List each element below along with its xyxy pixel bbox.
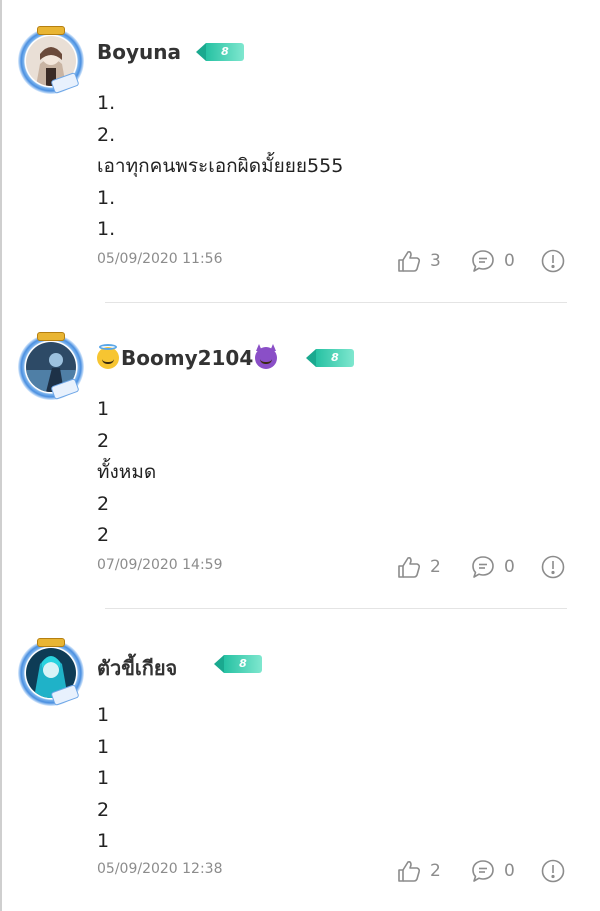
- avatar[interactable]: [18, 26, 84, 95]
- comment-line: 2: [97, 524, 110, 546]
- report-button[interactable]: [540, 554, 566, 580]
- comment-line: 1: [97, 398, 110, 420]
- comment-actions: 2 0: [396, 858, 576, 884]
- comment-line: 1: [97, 767, 110, 789]
- like-button[interactable]: 2: [396, 554, 441, 580]
- timestamp: 05/09/2020 12:38: [97, 861, 223, 877]
- level-badge: 8: [196, 43, 244, 61]
- left-border: [0, 0, 2, 911]
- chat-bubble-icon: [472, 250, 494, 272]
- comment-line: 1.: [97, 92, 116, 114]
- comment-actions: 3 0: [396, 248, 576, 274]
- comment-line: 2: [97, 429, 110, 452]
- like-button[interactable]: 2: [396, 858, 441, 884]
- exclamation-icon: [541, 555, 565, 579]
- level-number: 8: [206, 43, 244, 61]
- chat-bubble-icon: [472, 556, 494, 578]
- reply-button[interactable]: 0: [470, 858, 515, 884]
- avatar[interactable]: [18, 332, 84, 401]
- level-number: 8: [224, 655, 262, 673]
- exclamation-icon: [541, 249, 565, 273]
- avatar[interactable]: [18, 638, 84, 707]
- report-button[interactable]: [540, 248, 566, 274]
- divider: [105, 302, 567, 303]
- level-badge: 8: [306, 349, 354, 367]
- exclamation-icon: [541, 859, 565, 883]
- comment-line: เอาทุกคนพระเอกผิดมั้ยยย555: [97, 155, 344, 177]
- comment-line: 2: [97, 492, 110, 515]
- timestamp: 07/09/2020 14:59: [97, 557, 223, 573]
- reply-count: 0: [504, 861, 515, 881]
- username-text: ตัวขี้เกียจ: [97, 656, 178, 680]
- level-badge: 8: [214, 655, 262, 673]
- comment-line: 1: [97, 830, 110, 852]
- username[interactable]: Boyuna: [97, 40, 181, 64]
- comment-line: 1: [97, 704, 110, 726]
- smiling-face-with-horns-icon: [255, 344, 278, 369]
- username-text: Boyuna: [97, 40, 181, 64]
- like-count: 2: [430, 557, 441, 577]
- comment-body: 1 1 1 2 1: [97, 700, 109, 858]
- timestamp: 05/09/2020 11:56: [97, 251, 223, 267]
- comment-actions: 2 0: [396, 554, 576, 580]
- chat-bubble-icon: [472, 860, 494, 882]
- comment-line: 2.: [97, 123, 116, 146]
- comment-line: 1.: [97, 186, 116, 209]
- comment-line: ทั้งหมด: [97, 461, 157, 483]
- comment-body: 1 2 ทั้งหมด 2 2: [97, 394, 156, 552]
- comment-line: 2: [97, 798, 110, 821]
- like-count: 3: [430, 251, 441, 271]
- reply-button[interactable]: 0: [470, 554, 515, 580]
- username[interactable]: Boomy2104: [97, 344, 278, 370]
- thumbs-up-icon: [398, 861, 421, 882]
- comment-line: 1: [97, 735, 110, 758]
- comment-line: 1.: [97, 218, 116, 240]
- like-button[interactable]: 3: [396, 248, 441, 274]
- writer-badge: [37, 26, 65, 35]
- smiling-face-with-halo-icon: [97, 344, 119, 369]
- writer-badge: [37, 638, 65, 647]
- thumbs-up-icon: [398, 251, 421, 272]
- reply-count: 0: [504, 557, 515, 577]
- reply-button[interactable]: 0: [470, 248, 515, 274]
- comment-body: 1. 2. เอาทุกคนพระเอกผิดมั้ยยย555 1. 1.: [97, 88, 343, 246]
- writer-badge: [37, 332, 65, 341]
- report-button[interactable]: [540, 858, 566, 884]
- reply-count: 0: [504, 251, 515, 271]
- divider: [105, 608, 567, 609]
- username[interactable]: ตัวขี้เกียจ: [97, 652, 177, 684]
- like-count: 2: [430, 861, 441, 881]
- level-number: 8: [316, 349, 354, 367]
- thumbs-up-icon: [398, 557, 421, 578]
- username-text: Boomy2104: [121, 346, 254, 370]
